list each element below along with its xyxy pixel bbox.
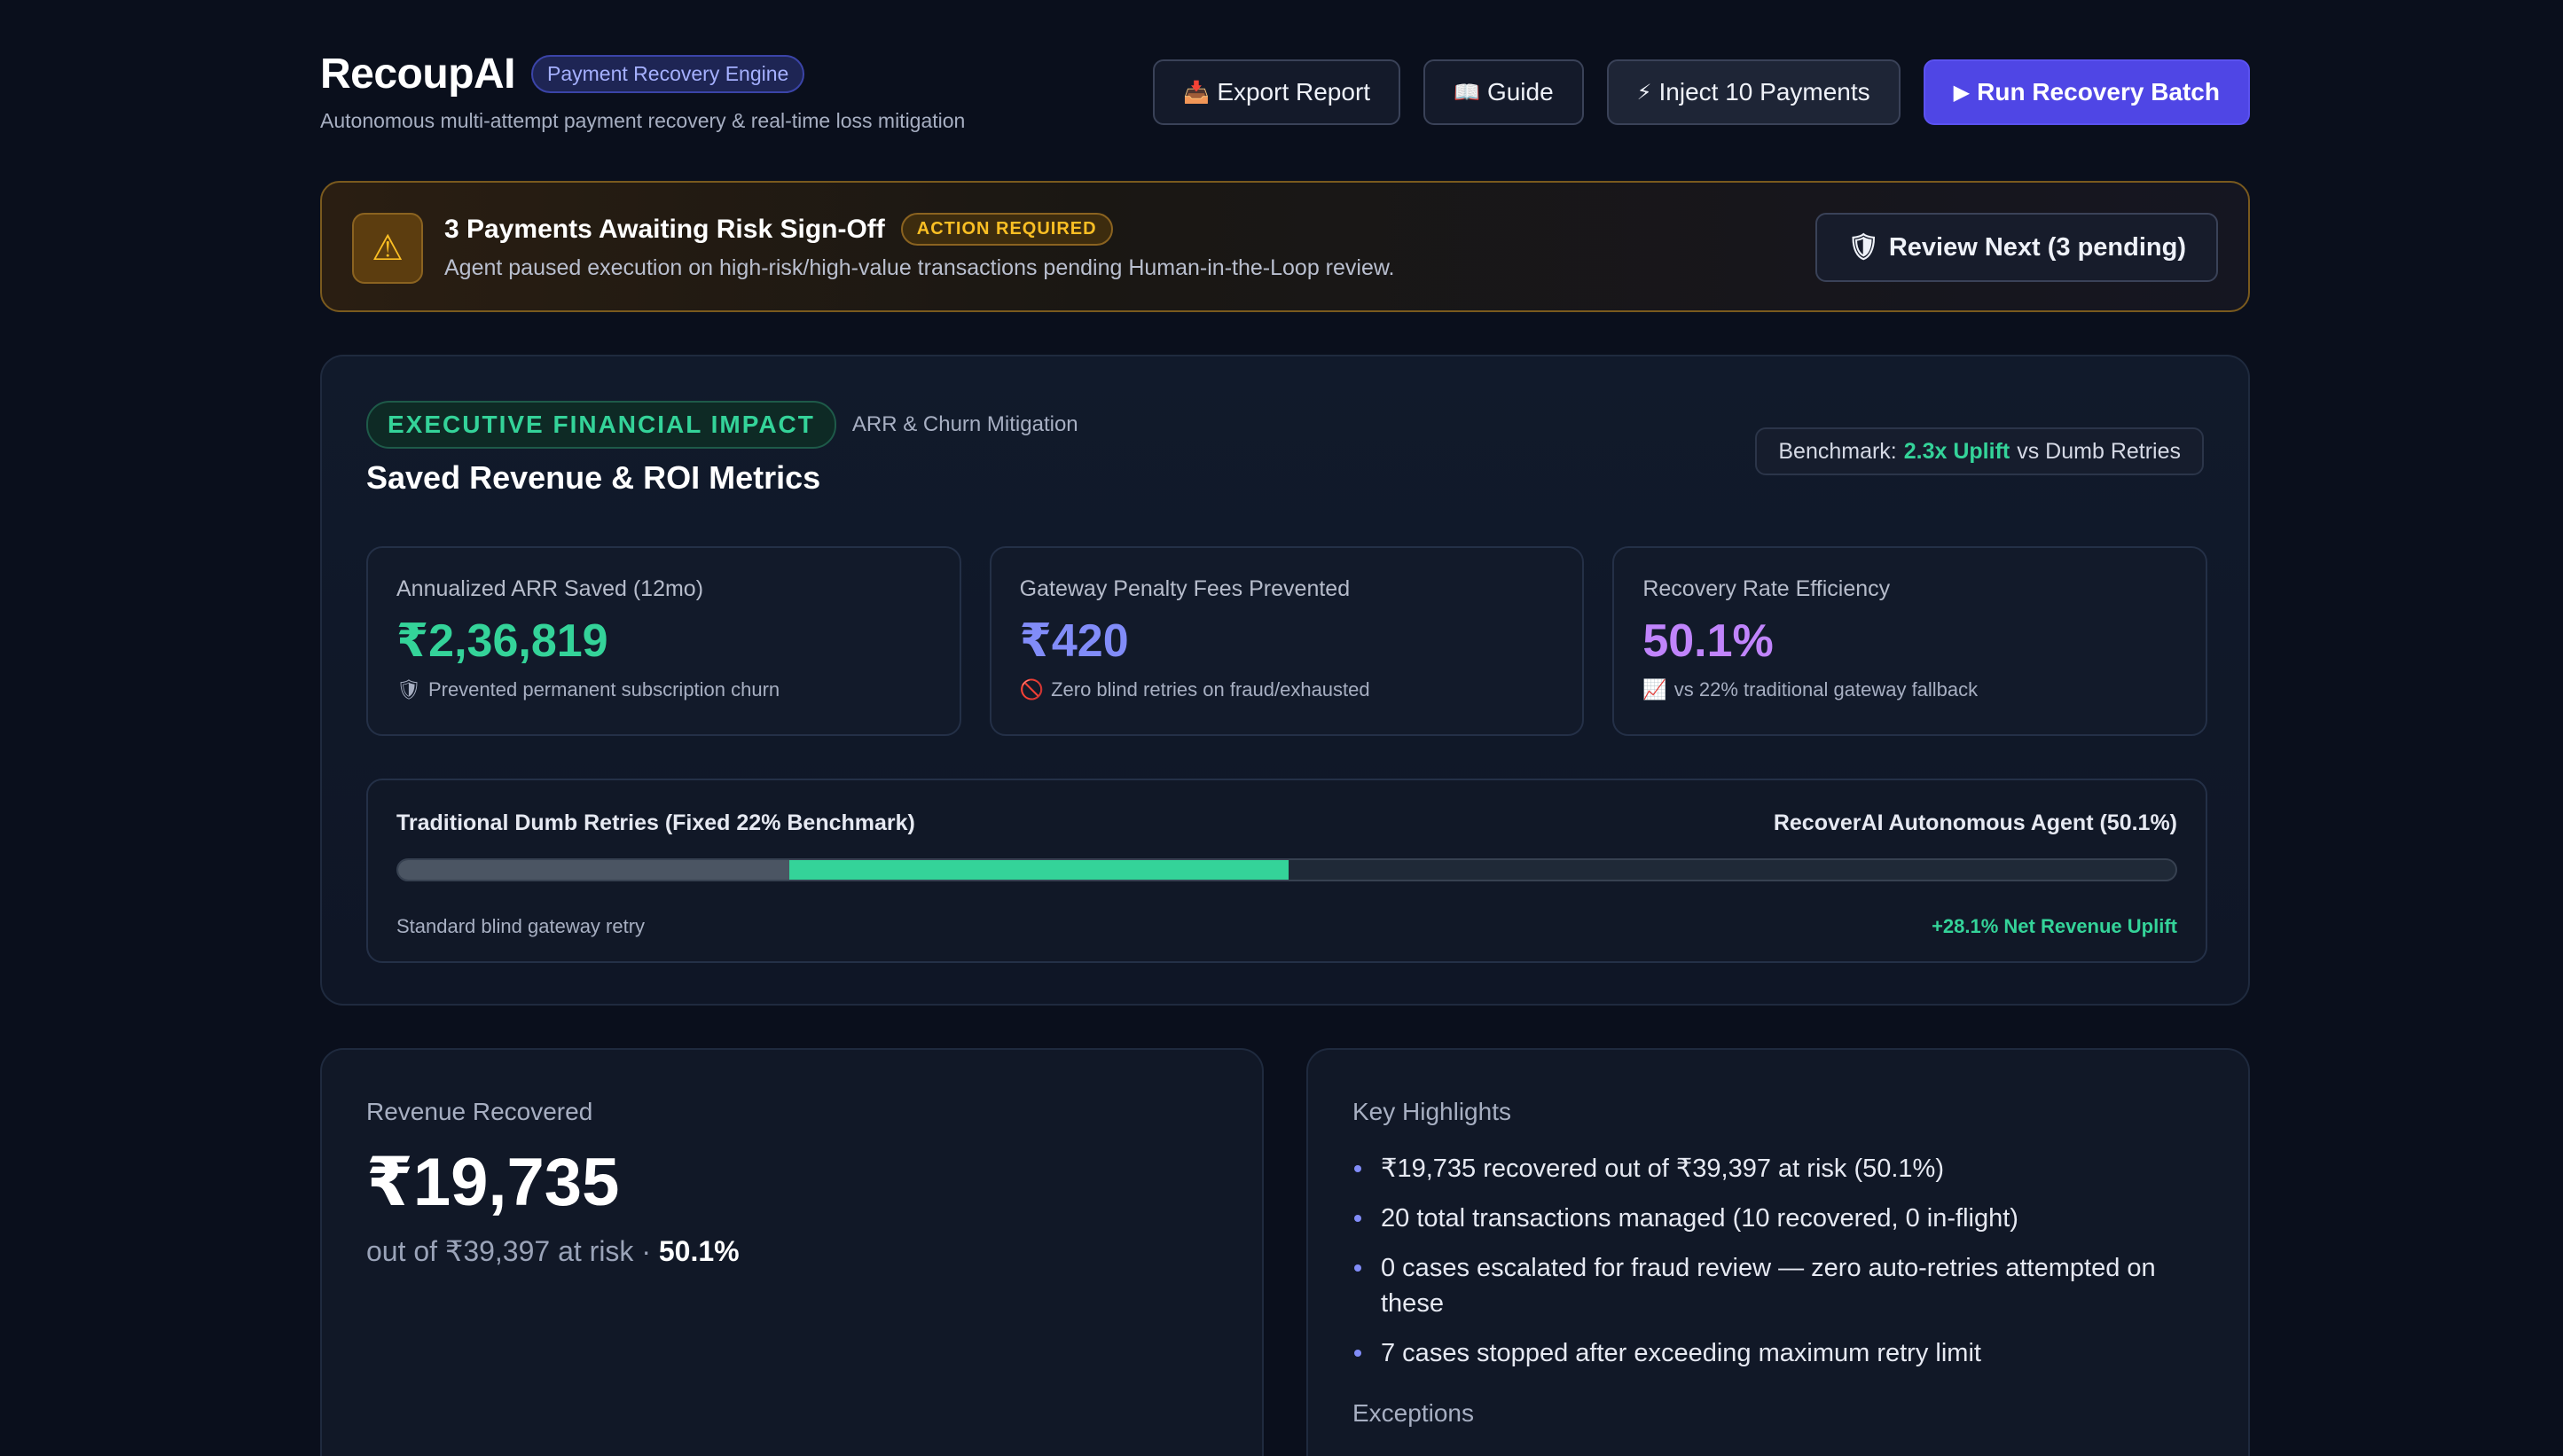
highlight-text: ₹19,735 recovered out of ₹39,397 at risk…: [1381, 1155, 1944, 1183]
run-recovery-batch-label: Run Recovery Batch: [1977, 78, 2220, 106]
executive-impact-tag: EXECUTIVE FINANCIAL IMPACT: [366, 401, 836, 449]
benchmark-prefix: Benchmark:: [1778, 438, 1897, 464]
prohibited-icon: 🚫: [1019, 678, 1045, 701]
review-next-label: Review Next (3 pending): [1888, 232, 2186, 262]
play-icon: ▶: [1953, 80, 1971, 105]
uplift-note: +28.1% Net Revenue Uplift: [1932, 915, 2177, 937]
baseline-label: Traditional Dumb Retries (Fixed 22% Benc…: [396, 810, 915, 835]
executive-impact-panel: EXECUTIVE FINANCIAL IMPACT ARR & Churn M…: [320, 355, 2250, 1006]
lightning-icon: ⚡: [1636, 80, 1652, 105]
exec-tag-subtitle: ARR & Churn Mitigation: [851, 412, 1078, 436]
revenue-value: ₹19,735: [366, 1145, 620, 1220]
list-item: ₹19,735 recovered out of ₹39,397 at risk…: [1352, 1151, 2204, 1186]
agent-label: RecoverAI Autonomous Agent (50.1%): [1773, 810, 2177, 835]
alert-title: 3 Payments Awaiting Risk Sign-Off: [444, 214, 885, 244]
revenue-pct: 50.1%: [658, 1235, 740, 1267]
shield-icon: 🛡: [396, 678, 421, 701]
bullet-icon: [1354, 1264, 1361, 1272]
bullet-icon: [1354, 1165, 1361, 1172]
revenue-label: Revenue Recovered: [366, 1098, 593, 1125]
benchmark-suffix: vs Dumb Retries: [2017, 438, 2181, 464]
revenue-at-risk: out of ₹39,397 at risk ·: [366, 1235, 651, 1267]
baseline-bar-fill: [398, 860, 789, 880]
chart-up-icon: 📈: [1642, 678, 1667, 701]
highlight-text: 7 cases stopped after exceeding maximum …: [1381, 1339, 1981, 1367]
metric-card-penalty: Gateway Penalty Fees Prevented ₹420 🚫 Ze…: [989, 546, 1585, 736]
alert-description: Agent paused execution on high-risk/high…: [444, 255, 1395, 280]
list-item: 7 cases stopped after exceeding maximum …: [1352, 1335, 2204, 1371]
comparison-bar: [396, 858, 2177, 881]
benchmark-value: 2.3x Uplift: [1903, 438, 2010, 464]
header-actions: 📥 Export Report 📖 Guide ⚡ Inject 10 Paym…: [1153, 59, 2250, 125]
key-highlights-panel: Key Highlights ₹19,735 recovered out of …: [1306, 1048, 2250, 1456]
metric-note: 📈 vs 22% traditional gateway fallback: [1642, 678, 2177, 701]
action-required-badge: ACTION REQUIRED: [900, 213, 1113, 246]
metric-note: 🚫 Zero blind retries on fraud/exhausted: [1020, 678, 1555, 701]
metric-note-text: vs 22% traditional gateway fallback: [1673, 678, 1979, 701]
app-badge: Payment Recovery Engine: [531, 55, 805, 93]
highlight-text: 0 cases escalated for fraud review — zer…: [1381, 1254, 2156, 1318]
list-item: 0 cases escalated for fraud review — zer…: [1352, 1250, 2204, 1321]
warning-icon: ⚠: [352, 213, 423, 284]
review-next-button[interactable]: 🛡 Review Next (3 pending): [1815, 213, 2218, 282]
bullet-icon: [1354, 1350, 1361, 1357]
metric-note: 🛡 Prevented permanent subscription churn: [396, 678, 931, 701]
retry-comparison: Traditional Dumb Retries (Fixed 22% Benc…: [366, 779, 2207, 963]
exec-tag-row: EXECUTIVE FINANCIAL IMPACT ARR & Churn M…: [366, 401, 1078, 449]
metric-note-text: Prevented permanent subscription churn: [427, 678, 780, 701]
app-title: RecoupAI: [320, 51, 516, 98]
list-item: 20 total transactions managed (10 recove…: [1352, 1201, 2204, 1236]
metric-label: Recovery Rate Efficiency: [1642, 576, 1891, 601]
exceptions-label: Exceptions: [1352, 1399, 1474, 1427]
risk-alert-banner: ⚠ 3 Payments Awaiting Risk Sign-Off ACTI…: [320, 181, 2250, 312]
alert-title-row: 3 Payments Awaiting Risk Sign-Off ACTION…: [444, 213, 1113, 246]
guide-label: Guide: [1486, 78, 1554, 106]
shield-icon: 🛡: [1847, 233, 1880, 262]
export-report-label: Export Report: [1217, 78, 1371, 106]
inbox-tray-icon: 📥: [1183, 80, 1211, 105]
metric-value: ₹420: [1019, 615, 1129, 667]
revenue-recovered-panel: Revenue Recovered ₹19,735 out of ₹39,397…: [320, 1048, 1264, 1456]
metric-note-text: Zero blind retries on fraud/exhausted: [1051, 678, 1370, 701]
revenue-subtitle: out of ₹39,397 at risk · 50.1%: [366, 1234, 740, 1268]
baseline-note: Standard blind gateway retry: [396, 915, 646, 937]
benchmark-badge: Benchmark: 2.3x Uplift vs Dumb Retries: [1755, 427, 2204, 475]
metric-label: Gateway Penalty Fees Prevented: [1019, 576, 1351, 601]
highlights-list: ₹19,735 recovered out of ₹39,397 at risk…: [1352, 1151, 2204, 1385]
book-icon: 📖: [1454, 80, 1480, 105]
header: RecoupAI Payment Recovery Engine Autonom…: [320, 50, 2250, 147]
metric-value: 50.1%: [1642, 615, 1774, 667]
metric-value: ₹2,36,819: [396, 615, 608, 667]
highlight-text: 20 total transactions managed (10 recove…: [1381, 1204, 2018, 1233]
metric-label: Annualized ARR Saved (12mo): [396, 576, 704, 601]
highlights-label: Key Highlights: [1352, 1098, 1511, 1125]
agent-bar-fill: [788, 860, 1289, 880]
guide-button[interactable]: 📖 Guide: [1423, 59, 1584, 125]
metric-card-recovery-rate: Recovery Rate Efficiency 50.1% 📈 vs 22% …: [1612, 546, 2208, 736]
run-recovery-batch-button[interactable]: ▶ Run Recovery Batch: [1923, 59, 2250, 125]
exec-title: Saved Revenue & ROI Metrics: [366, 459, 821, 496]
metric-cards: Annualized ARR Saved (12mo) ₹2,36,819 🛡 …: [366, 546, 2208, 736]
metric-card-arr: Annualized ARR Saved (12mo) ₹2,36,819 🛡 …: [366, 546, 961, 736]
inject-payments-label: Inject 10 Payments: [1658, 78, 1870, 106]
inject-payments-button[interactable]: ⚡ Inject 10 Payments: [1606, 59, 1901, 125]
bullet-icon: [1354, 1215, 1361, 1222]
page: RecoupAI Payment Recovery Engine Autonom…: [0, 0, 2563, 1456]
export-report-button[interactable]: 📥 Export Report: [1153, 59, 1401, 125]
